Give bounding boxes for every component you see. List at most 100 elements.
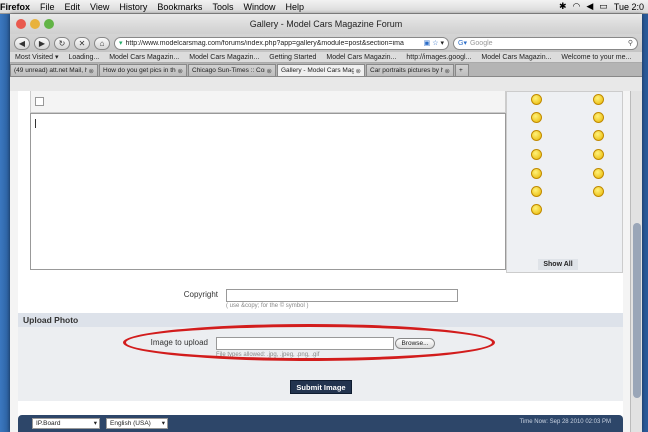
highlight-ellipse: [123, 324, 495, 361]
forward-button[interactable]: ▶: [34, 36, 50, 50]
url-dropdown-icon[interactable]: ▾: [440, 39, 444, 47]
window-title: Gallery - Model Cars Magazine Forum: [249, 19, 403, 29]
smiley-icon[interactable]: [531, 186, 542, 197]
close-window-icon[interactable]: [16, 19, 26, 29]
bookmark-mcm-4[interactable]: Model Cars Magazin...: [476, 54, 556, 61]
emoticon-panel: [506, 91, 623, 273]
language-select-value: English (USA): [110, 420, 151, 427]
smiley-icon[interactable]: [531, 94, 542, 105]
copyright-input[interactable]: [226, 289, 458, 302]
smiley-icon[interactable]: [531, 112, 542, 123]
close-tab-icon[interactable]: ⊗: [445, 67, 450, 75]
url-text: http://www.modelcarsmag.com/forums/index…: [125, 39, 404, 47]
tab-label: Car portraits pictures by harr...: [370, 67, 443, 74]
smiley-icon[interactable]: [593, 94, 604, 105]
clock[interactable]: Tue 2:0: [614, 2, 644, 12]
menu-app[interactable]: Firefox: [0, 2, 35, 12]
text-caret: [35, 119, 36, 128]
desktop-right: [642, 14, 648, 432]
close-tab-icon[interactable]: ⊗: [356, 67, 361, 75]
scrollbar-thumb[interactable]: [633, 223, 641, 398]
show-all-smilies-link[interactable]: Show All: [538, 259, 578, 270]
language-select[interactable]: English (USA) ▾: [106, 418, 168, 429]
menu-help[interactable]: Help: [280, 2, 309, 12]
window-titlebar[interactable]: Gallery - Model Cars Magazine Forum: [10, 14, 642, 34]
bookmarks-toolbar: Most Visited ▾ Loading... Model Cars Mag…: [10, 52, 642, 63]
tab-how-pics[interactable]: How do you get pics in the g...⊗: [99, 64, 187, 76]
forum-footer: IP.Board ▾ English (USA) ▾ Time Now: Sep 2…: [18, 415, 623, 432]
menu-history[interactable]: History: [114, 2, 152, 12]
bookmark-images-google[interactable]: http://images.googl...: [401, 54, 476, 61]
reload-icon: ↻: [58, 38, 66, 48]
tab-label: Chicago Sun-Times :: Comme...: [192, 67, 265, 74]
smiley-icon[interactable]: [531, 204, 542, 215]
bluetooth-icon[interactable]: ✱: [559, 1, 567, 12]
rss-icon[interactable]: ▣: [424, 39, 431, 47]
smiley-icon[interactable]: [593, 168, 604, 179]
tab-car-portraits[interactable]: Car portraits pictures by harr...⊗: [366, 64, 454, 76]
vertical-scrollbar[interactable]: [630, 91, 642, 432]
copyright-hint: ( use &copy; for the © symbol ): [226, 303, 309, 309]
bookmark-mcm-3[interactable]: Model Cars Magazin...: [321, 54, 401, 61]
menu-tools[interactable]: Tools: [207, 2, 238, 12]
chevron-down-icon: ▾: [93, 420, 97, 427]
wifi-icon[interactable]: ◠: [573, 1, 581, 12]
editor-toolbar: [30, 91, 506, 113]
smiley-icon[interactable]: [593, 186, 604, 197]
search-box[interactable]: G▾ Google ⚲: [453, 36, 638, 50]
skin-select[interactable]: IP.Board ▾: [32, 418, 100, 429]
back-button[interactable]: ◀: [14, 36, 30, 50]
close-tab-icon[interactable]: ⊗: [267, 67, 272, 75]
bookmark-mcm-1[interactable]: Model Cars Magazin...: [104, 54, 184, 61]
time-now: Time Now: Sep 28 2010 02:03 PM: [519, 419, 612, 425]
menu-window[interactable]: Window: [238, 2, 280, 12]
bookmark-loading[interactable]: Loading...: [63, 54, 104, 61]
submit-image-button[interactable]: Submit Image: [290, 380, 352, 394]
volume-icon[interactable]: ◀: [586, 1, 593, 12]
menu-file[interactable]: File: [35, 2, 60, 12]
search-icon[interactable]: ⚲: [628, 39, 633, 47]
reload-button[interactable]: ↻: [54, 36, 70, 50]
chevron-down-icon: ▾: [161, 420, 165, 427]
minimize-window-icon[interactable]: [30, 19, 40, 29]
zoom-window-icon[interactable]: [44, 19, 54, 29]
new-tab-button[interactable]: +: [455, 64, 469, 76]
battery-icon[interactable]: ▭: [599, 1, 608, 12]
editor-tool-icon[interactable]: [35, 97, 44, 106]
bookmark-star-icon[interactable]: ☆: [432, 39, 438, 47]
copyright-label: Copyright: [183, 290, 218, 299]
google-icon[interactable]: G▾: [458, 39, 467, 47]
close-tab-icon[interactable]: ⊗: [178, 67, 183, 75]
smiley-icon[interactable]: [531, 130, 542, 141]
address-bar[interactable]: ▾ http://www.modelcarsmag.com/forums/ind…: [114, 36, 449, 50]
tab-sun-times[interactable]: Chicago Sun-Times :: Comme...⊗: [188, 64, 276, 76]
tab-gallery[interactable]: Gallery - Model Cars Magazi...⊗: [277, 64, 365, 76]
smiley-icon[interactable]: [531, 149, 542, 160]
stop-button[interactable]: ✕: [74, 36, 90, 50]
bookmark-getting-started[interactable]: Getting Started: [264, 54, 321, 61]
window-controls: [16, 19, 54, 29]
bookmark-most-visited[interactable]: Most Visited ▾: [10, 53, 63, 61]
description-editor[interactable]: [30, 113, 506, 270]
home-button[interactable]: ⌂: [94, 36, 110, 50]
smiley-icon[interactable]: [531, 168, 542, 179]
menu-edit[interactable]: Edit: [60, 2, 86, 12]
smiley-icon[interactable]: [593, 112, 604, 123]
skin-select-value: IP.Board: [36, 420, 61, 427]
close-tab-icon[interactable]: ⊗: [89, 67, 94, 75]
smiley-icon[interactable]: [593, 130, 604, 141]
bookmark-welcome[interactable]: Welcome to your me...: [556, 54, 636, 61]
navigation-toolbar: ◀ ▶ ↻ ✕ ⌂ ▾ http://www.modelcarsmag.com/…: [10, 34, 642, 52]
menu-view[interactable]: View: [85, 2, 114, 12]
browser-window: Gallery - Model Cars Magazine Forum ◀ ▶ …: [10, 14, 642, 432]
forward-icon: ▶: [38, 38, 46, 48]
tab-label: (49 unread) att.net Mail, harr...: [14, 67, 87, 74]
bookmark-mcm-2[interactable]: Model Cars Magazin...: [184, 54, 264, 61]
smiley-icon[interactable]: [593, 149, 604, 160]
tab-label: How do you get pics in the g...: [103, 67, 176, 74]
menu-bookmarks[interactable]: Bookmarks: [152, 2, 207, 12]
tab-att-mail[interactable]: (49 unread) att.net Mail, harr...⊗: [10, 64, 98, 76]
tab-label: Gallery - Model Cars Magazi...: [281, 67, 354, 74]
search-placeholder: Google: [469, 39, 493, 47]
plus-icon: +: [459, 67, 463, 74]
